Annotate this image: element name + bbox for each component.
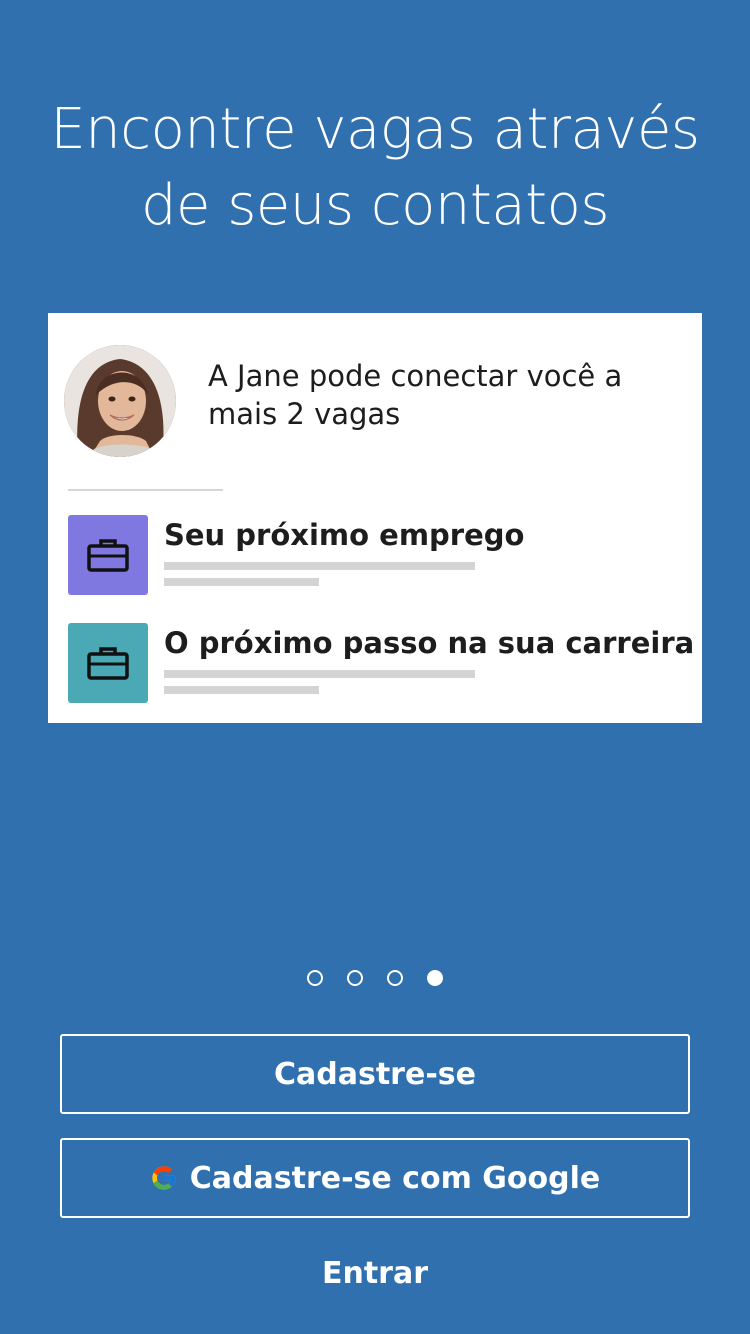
job-icon-tile <box>68 623 148 703</box>
headline: Encontre vagas através de seus contatos <box>0 92 750 244</box>
avatar <box>64 345 176 457</box>
page-dot-4[interactable] <box>427 970 443 986</box>
job-title: O próximo passo na sua carreira <box>164 626 695 660</box>
job-item: O próximo passo na sua carreira <box>68 623 695 703</box>
illustration-card: A Jane pode conectar você a mais 2 vagas… <box>48 313 702 723</box>
job-title: Seu próximo emprego <box>164 518 525 552</box>
google-signup-button[interactable]: Cadastre-se com Google <box>60 1138 690 1218</box>
page-dot-1[interactable] <box>307 970 323 986</box>
headline-line-1: Encontre vagas através <box>50 97 700 162</box>
headline-line-2: de seus contatos <box>140 173 610 238</box>
briefcase-icon <box>87 647 129 680</box>
placeholder-line <box>164 670 475 678</box>
signup-button-label: Cadastre-se <box>274 1056 476 1092</box>
placeholder-line <box>164 686 319 694</box>
page-dot-3[interactable] <box>387 970 403 986</box>
page-dot-2[interactable] <box>347 970 363 986</box>
placeholder-line <box>164 578 319 586</box>
divider <box>68 489 223 491</box>
signup-button[interactable]: Cadastre-se <box>60 1034 690 1114</box>
google-icon <box>150 1164 178 1192</box>
google-signup-button-label: Cadastre-se com Google <box>189 1160 601 1196</box>
onboarding-screen: Encontre vagas através de seus contatos … <box>0 0 750 1334</box>
signin-link[interactable]: Entrar <box>275 1246 475 1302</box>
job-item: Seu próximo emprego <box>68 515 688 595</box>
job-icon-tile <box>68 515 148 595</box>
briefcase-icon <box>87 539 129 572</box>
connection-message: A Jane pode conectar você a mais 2 vagas <box>208 359 623 431</box>
avatar-portrait <box>64 345 176 457</box>
placeholder-line <box>164 562 475 570</box>
page-indicator <box>0 970 750 990</box>
